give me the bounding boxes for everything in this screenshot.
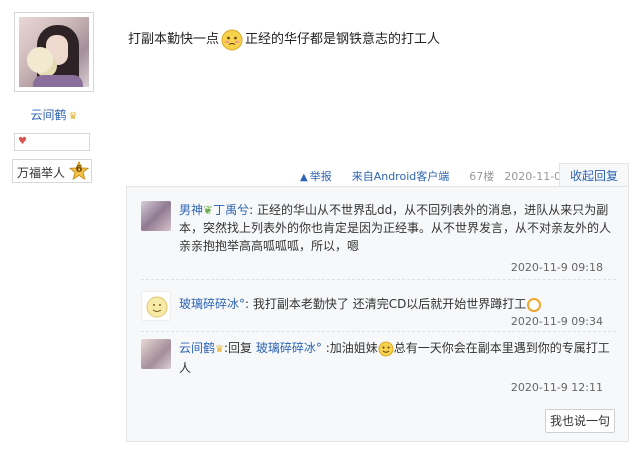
shy-emoji-icon [221, 29, 243, 51]
reply-body: 男神❦丁禹兮: 正经的华山从不世界乱dd，从不回列表外的消息，进队从来只为副本，… [179, 201, 615, 255]
reply-avatar[interactable] [141, 339, 171, 369]
post-content: 打副本勤快一点 正经的华仔都是钢铁意志的打工人 [128, 28, 440, 51]
collapse-replies-button[interactable]: 收起回复 [559, 163, 629, 187]
reply-word: :回复 [223, 341, 253, 355]
crown-icon: ♛ [215, 344, 224, 355]
fan-badge[interactable]: ♥ [14, 133, 90, 151]
reply-text: : 我打副本老勤快了 还清完CD以后就开始世界蹲打工 [245, 297, 527, 311]
user-avatar[interactable] [14, 12, 94, 92]
reply-body: 玻璃碎碎冰°: 我打副本老勤快了 还清完CD以后就开始世界蹲打工 [179, 295, 615, 313]
username[interactable]: 云间鹤 ♛ [0, 106, 108, 123]
reply-username[interactable]: 云间鹤 [179, 341, 215, 355]
reply-divider [141, 331, 616, 332]
level-star-icon: 6 [69, 161, 89, 181]
reply-time: 2020-11-9 12:11 [510, 381, 603, 394]
leaf-icon: ❦ [203, 203, 214, 217]
reply-username[interactable]: 男神 [179, 203, 203, 217]
reply-time: 2020-11-9 09:34 [510, 315, 603, 328]
client-info: 来自Android客户端 [352, 170, 460, 183]
reply-time: 2020-11-9 09:18 [510, 261, 603, 274]
say-something-button[interactable]: 我也说一句 [545, 409, 615, 433]
reply-body: 云间鹤♛:回复 玻璃碎碎冰° :加油姐妹 总有一天你会在副本里遇到你的专属打工人 [179, 339, 615, 377]
reply-divider [141, 279, 616, 280]
level-name: 万福举人 [17, 166, 66, 180]
report-label[interactable]: 举报 [310, 170, 332, 183]
crown-icon: ♛ [68, 111, 78, 122]
level-number: 6 [75, 164, 83, 175]
reply-avatar[interactable] [141, 291, 171, 321]
report-link[interactable]: ▲ 举报 [300, 170, 342, 183]
reply-to-username[interactable]: 玻璃碎碎冰° [256, 341, 322, 355]
reply-username-suffix[interactable]: 丁禹兮 [213, 203, 249, 217]
client-label[interactable]: 来自Android客户端 [352, 170, 450, 183]
smile-emoji-icon [378, 341, 394, 357]
reply-avatar[interactable] [141, 201, 171, 231]
sun-emoji-icon [526, 297, 542, 313]
heart-badge-icon: ♥ [18, 136, 27, 147]
username-text[interactable]: 云间鹤 [31, 108, 67, 122]
reply-text-before: :加油姐妹 [321, 341, 378, 355]
reply-panel: 男神❦丁禹兮: 正经的华山从不世界乱dd，从不回列表外的消息，进队从来只为副本，… [126, 186, 629, 442]
avatar-image [19, 17, 89, 87]
post-text-before: 打副本勤快一点 [128, 32, 220, 47]
floor-number: 67楼 [469, 170, 495, 183]
report-icon: ▲ [300, 172, 308, 183]
post-text-after: 正经的华仔都是钢铁意志的打工人 [245, 32, 441, 47]
reply-username[interactable]: 玻璃碎碎冰° [179, 297, 245, 311]
user-level[interactable]: 万福举人 6 [12, 159, 92, 183]
sun-emoji-icon [146, 296, 168, 318]
